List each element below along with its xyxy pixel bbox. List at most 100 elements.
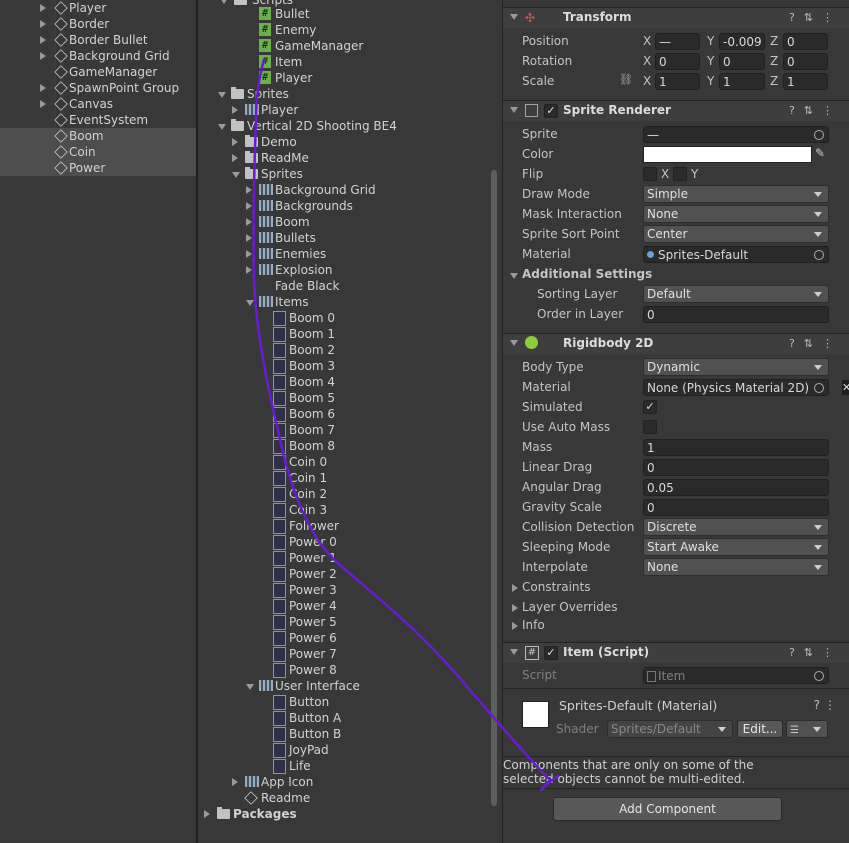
expand-arrow-icon[interactable]	[218, 124, 226, 130]
gravity-scale-field[interactable]: 0	[643, 499, 829, 516]
expand-arrow-icon[interactable]	[40, 100, 46, 108]
hierarchy-item[interactable]: Border	[0, 16, 196, 32]
additional-settings-foldout[interactable]: Additional Settings	[509, 267, 709, 283]
position-z-field[interactable]: 0	[783, 33, 828, 50]
project-item[interactable]: Power 7	[198, 646, 488, 662]
position-x-field[interactable]: —	[655, 33, 700, 50]
rigidbody-header[interactable]: Rigidbody 2D ?⇅⋮	[503, 333, 849, 354]
project-item[interactable]: Power 1	[198, 550, 488, 566]
scale-x-field[interactable]: 1	[655, 73, 700, 90]
project-item[interactable]: Boom 3	[198, 358, 488, 374]
component-menu-icons[interactable]: ?⇅⋮	[789, 337, 842, 350]
project-item[interactable]: Packages	[198, 806, 488, 822]
link-icon[interactable]: ⛓	[619, 73, 633, 86]
expand-arrow-icon[interactable]	[246, 300, 254, 306]
expand-arrow-icon[interactable]	[246, 186, 252, 194]
expand-arrow-icon[interactable]	[232, 138, 238, 146]
project-item[interactable]: Boom 0	[198, 310, 488, 326]
component-menu-icons[interactable]: ?⇅⋮	[789, 104, 842, 117]
project-item[interactable]: ReadMe	[198, 150, 488, 166]
hierarchy-item[interactable]: Boom	[0, 128, 196, 144]
project-item[interactable]: Button A	[198, 710, 488, 726]
help-icon[interactable]: ?	[814, 698, 820, 712]
project-item[interactable]: Follower	[198, 518, 488, 534]
position-y-field[interactable]: -0.009	[719, 33, 765, 50]
hierarchy-item[interactable]: Power	[0, 160, 196, 176]
expand-arrow-icon[interactable]	[232, 154, 238, 162]
sleeping-mode-dropdown[interactable]: Start Awake	[643, 538, 829, 556]
expand-arrow-icon[interactable]	[246, 202, 252, 210]
sort-point-dropdown[interactable]: Center	[643, 225, 829, 243]
order-in-layer-field[interactable]: 0	[643, 306, 829, 323]
project-item[interactable]: Sprites	[198, 166, 488, 182]
flip-x-checkbox[interactable]	[643, 167, 657, 181]
project-item[interactable]: Boom 5	[198, 390, 488, 406]
transform-header[interactable]: ✣ Transform ?⇅⋮	[503, 7, 849, 28]
collision-detection-dropdown[interactable]: Discrete	[643, 518, 829, 536]
linear-drag-field[interactable]: 0	[643, 459, 829, 476]
expand-arrow-icon[interactable]	[218, 92, 226, 98]
hierarchy-item[interactable]: Canvas	[0, 96, 196, 112]
project-item[interactable]: Fade Black	[198, 278, 488, 294]
hierarchy-item[interactable]: SpawnPoint Group	[0, 80, 196, 96]
hierarchy-item[interactable]: EventSystem	[0, 112, 196, 128]
project-item[interactable]: # Player	[198, 70, 488, 86]
eyedropper-icon[interactable]: ✎	[815, 146, 825, 160]
expand-arrow-icon[interactable]	[232, 172, 240, 178]
hierarchy-item[interactable]: Border Bullet	[0, 32, 196, 48]
close-icon[interactable]: ✕	[842, 380, 849, 395]
project-item[interactable]: Life	[198, 758, 488, 774]
expand-arrow-icon[interactable]	[232, 778, 238, 786]
draw-mode-dropdown[interactable]: Simple	[643, 185, 829, 203]
physics-material-field[interactable]: None (Physics Material 2D)	[643, 379, 829, 396]
rotation-z-field[interactable]: 0	[783, 53, 828, 70]
color-swatch[interactable]	[643, 146, 812, 163]
expand-arrow-icon[interactable]	[40, 4, 46, 12]
add-component-button[interactable]: Add Component	[553, 797, 782, 821]
material-field[interactable]: Sprites-Default	[643, 246, 829, 263]
project-item[interactable]: # GameManager	[198, 38, 488, 54]
expand-arrow-icon[interactable]	[246, 218, 252, 226]
project-item[interactable]: Demo	[198, 134, 488, 150]
project-item[interactable]: Boom 8	[198, 438, 488, 454]
project-item[interactable]: Sprites	[198, 86, 488, 102]
project-scrollbar[interactable]	[491, 170, 497, 806]
object-picker-icon[interactable]	[814, 250, 824, 260]
info-foldout[interactable]: Info	[511, 618, 711, 634]
project-item[interactable]: Explosion	[198, 262, 488, 278]
interpolate-dropdown[interactable]: None	[643, 558, 829, 576]
project-item[interactable]: # Item	[198, 54, 488, 70]
project-item[interactable]: Vertical 2D Shooting BE4	[198, 118, 488, 134]
component-menu-icons[interactable]: ?⇅⋮	[789, 11, 842, 24]
project-item[interactable]: Boom 1	[198, 326, 488, 342]
scale-y-field[interactable]: 1	[719, 73, 765, 90]
item-script-header[interactable]: # ✓ Item (Script) ?⇅⋮	[503, 642, 849, 663]
expand-arrow-icon[interactable]	[246, 266, 252, 274]
project-item[interactable]: Boom	[198, 214, 488, 230]
object-picker-icon[interactable]	[814, 383, 824, 393]
mask-interaction-dropdown[interactable]: None	[643, 205, 829, 223]
project-item[interactable]: JoyPad	[198, 742, 488, 758]
project-item[interactable]: Power 3	[198, 582, 488, 598]
scale-z-field[interactable]: 1	[783, 73, 828, 90]
sorting-layer-dropdown[interactable]: Default	[643, 285, 829, 303]
expand-arrow-icon[interactable]	[40, 52, 46, 60]
project-item[interactable]: Boom 7	[198, 422, 488, 438]
rotation-y-field[interactable]: 0	[719, 53, 765, 70]
project-item[interactable]: Backgrounds	[198, 198, 488, 214]
body-type-dropdown[interactable]: Dynamic	[643, 358, 829, 376]
hierarchy-item[interactable]: Coin	[0, 144, 196, 160]
expand-arrow-icon[interactable]	[40, 36, 46, 44]
project-item[interactable]: # Enemy	[198, 22, 488, 38]
object-picker-icon[interactable]	[814, 130, 824, 140]
constraints-foldout[interactable]: Constraints	[511, 580, 711, 596]
project-item[interactable]: Power 4	[198, 598, 488, 614]
flip-y-checkbox[interactable]	[673, 167, 687, 181]
script-enabled-checkbox[interactable]: ✓	[544, 646, 558, 660]
project-item[interactable]: Coin 3	[198, 502, 488, 518]
expand-arrow-icon[interactable]	[246, 250, 252, 258]
project-item[interactable]: Boom 2	[198, 342, 488, 358]
rotation-x-field[interactable]: 0	[655, 53, 700, 70]
project-item[interactable]: Coin 0	[198, 454, 488, 470]
expand-arrow-icon[interactable]	[246, 684, 254, 690]
